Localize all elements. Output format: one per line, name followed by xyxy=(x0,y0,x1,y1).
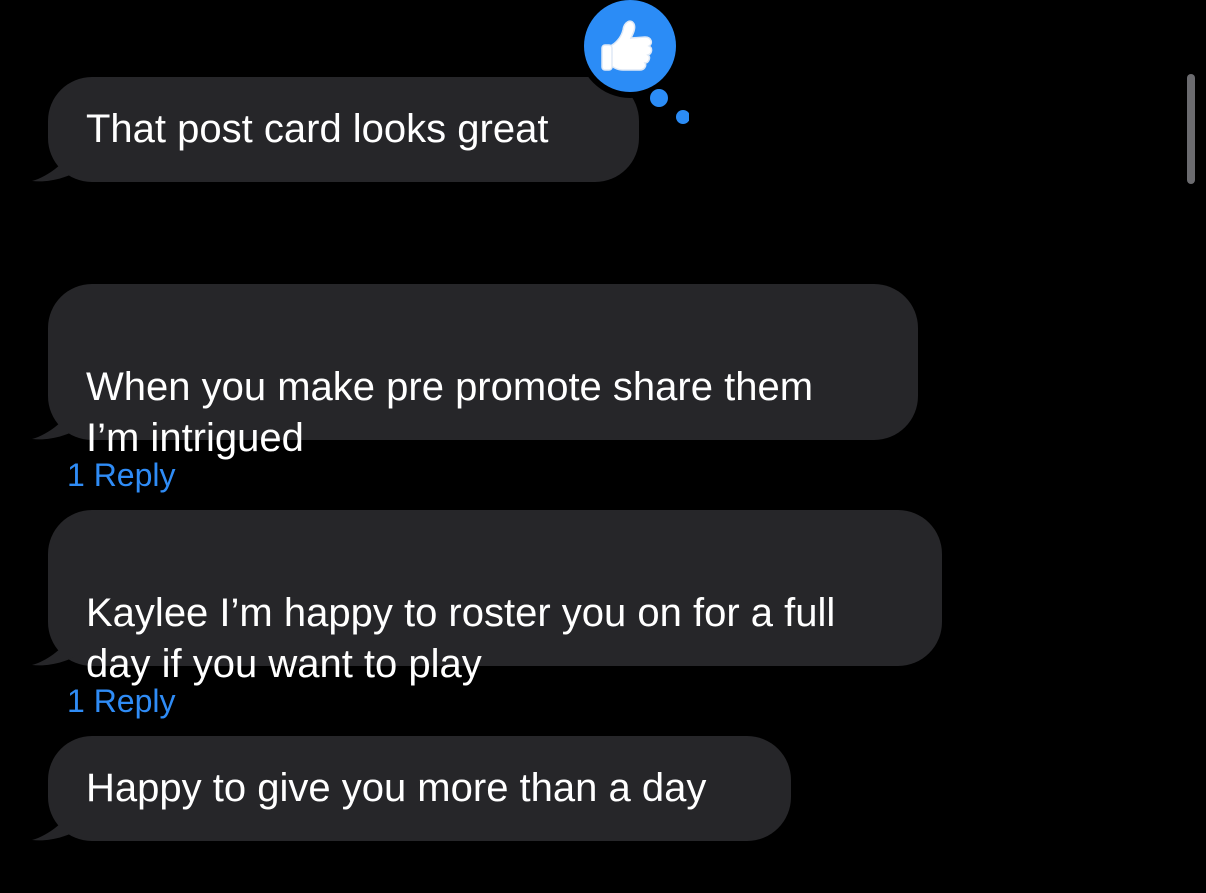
replies-link[interactable]: 1 Reply xyxy=(67,455,176,495)
message-text: That post card looks great xyxy=(86,107,549,151)
bubble-tail xyxy=(32,401,80,440)
message-bubble[interactable]: When you make pre promote share them I’m… xyxy=(48,284,918,460)
bubble-tail xyxy=(32,802,80,841)
replies-link[interactable]: 1 Reply xyxy=(67,681,176,721)
thumbs-up-icon[interactable] xyxy=(579,0,689,130)
message-text: Kaylee I’m happy to roster you on for a … xyxy=(86,591,836,686)
scrollbar[interactable] xyxy=(1187,74,1195,184)
message-text: Happy to give you more than a day xyxy=(86,766,707,810)
message-bubble[interactable]: Kaylee I’m happy to roster you on for a … xyxy=(48,510,942,686)
message-bubble[interactable]: Happy to give you more than a day xyxy=(48,736,791,841)
message-bubble[interactable]: That post card looks great xyxy=(48,77,639,182)
bubble-tail xyxy=(32,627,80,666)
message-text: When you make pre promote share them I’m… xyxy=(86,365,814,460)
bubble-tail xyxy=(32,143,80,182)
